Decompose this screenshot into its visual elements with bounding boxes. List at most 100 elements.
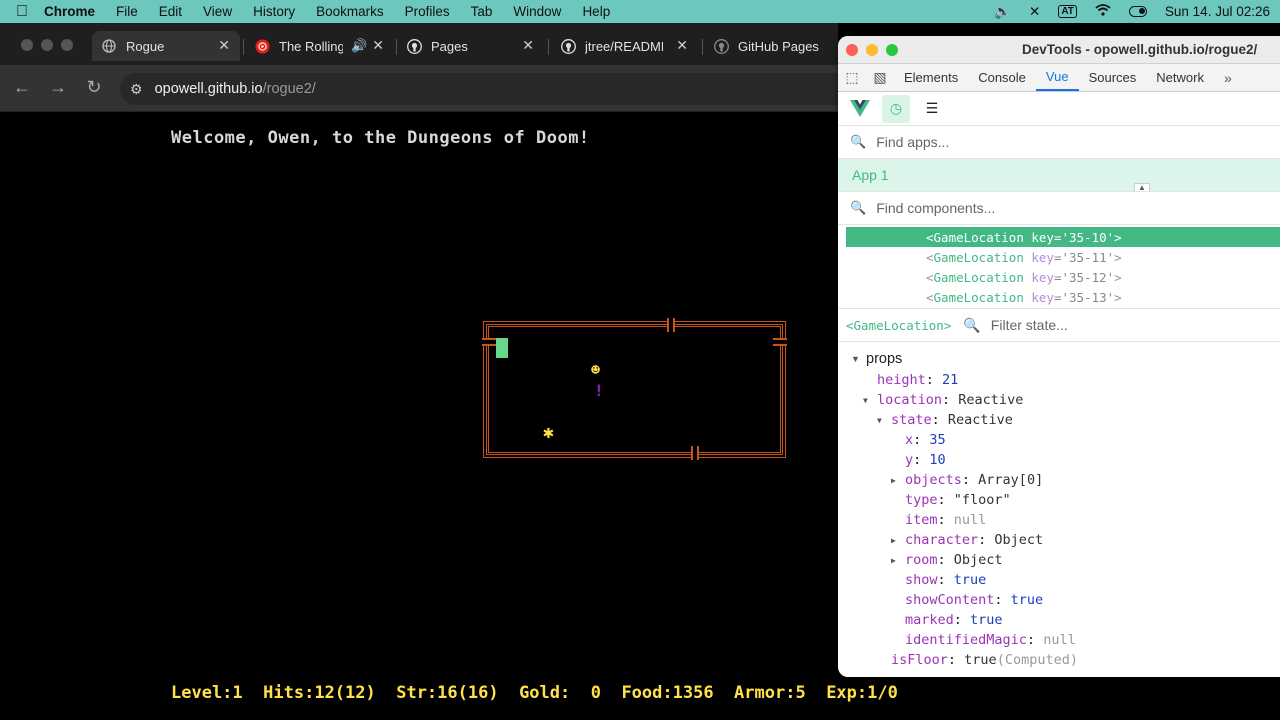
menu-file[interactable]: File (116, 4, 138, 19)
rogue-game-viewport[interactable]: Welcome, Owen, to the Dungeons of Doom! … (0, 112, 898, 720)
tab-pages[interactable]: Pages ✕ (406, 31, 538, 61)
collapse-caret-icon[interactable]: ▲ (1134, 183, 1150, 192)
prop-room[interactable]: ▶ room: Object (838, 550, 1280, 570)
component-name: GameLocation (933, 289, 1024, 305)
site-info-icon[interactable]: ⚙ (130, 81, 143, 98)
menu-tab[interactable]: Tab (471, 4, 493, 19)
tab-vue[interactable]: Vue (1035, 64, 1079, 91)
address-bar[interactable]: ⚙ opowell.github.io/rogue2/ (120, 73, 880, 105)
microphone-off-icon[interactable]: ✕ (1029, 4, 1040, 20)
prop-state[interactable]: ▼ state: Reactive (838, 410, 1280, 430)
prop-marked[interactable]: marked: true (838, 610, 1280, 630)
menubar-status-area: 🔈 ✕ AT Sun 14. Jul 02:26 (994, 0, 1270, 23)
reload-icon[interactable]: ↻ (83, 77, 105, 98)
component-key: '35-10' (1061, 229, 1115, 245)
tab-console[interactable]: Console (968, 64, 1036, 91)
status-experience: Exp:1/0 (826, 683, 898, 703)
status-strength: Str:16(16) (396, 683, 499, 703)
prop-item[interactable]: item: null (838, 510, 1280, 530)
prop-showcontent[interactable]: showContent: true (838, 590, 1280, 610)
find-apps-search[interactable]: 🔍 Find apps... (838, 126, 1280, 159)
close-tab-icon[interactable]: ✕ (218, 37, 230, 54)
tab-sources[interactable]: Sources (1079, 64, 1147, 91)
vue-logo-icon[interactable] (846, 95, 874, 123)
status-level: Level:1 (171, 683, 243, 703)
menubar-clock[interactable]: Sun 14. Jul 02:26 (1165, 4, 1270, 19)
audio-playing-icon[interactable]: 🔊 (351, 38, 367, 54)
back-arrow-icon[interactable]: ← (11, 77, 33, 98)
tab-rogue[interactable]: Rogue ✕ (92, 31, 240, 61)
menu-help[interactable]: Help (582, 4, 610, 19)
collapsed-triangle-icon: ▶ (891, 475, 896, 485)
devtools-zoom-button[interactable] (886, 44, 898, 56)
devtools-minimize-button[interactable] (866, 44, 878, 56)
wifi-icon[interactable] (1095, 4, 1111, 19)
find-components-search[interactable]: 🔍 Find components... (838, 192, 1280, 225)
status-armor: Armor:5 (734, 683, 806, 703)
component-name: GameLocation (933, 229, 1024, 245)
component-tree: < GameLocation key = '35-10' > < GameLocation… (838, 225, 1280, 309)
tab-title: GitHub Pages (738, 38, 819, 54)
tab-title: jtree/README (585, 38, 663, 54)
close-tab-icon[interactable]: ✕ (522, 37, 534, 54)
selected-component-name: <GameLocation> (846, 317, 952, 333)
tab-github-pages[interactable]: GitHub Pages (713, 31, 838, 61)
tab-separator (243, 39, 244, 55)
tab-jtree-readme[interactable]: jtree/README ✕ (560, 31, 692, 61)
prop-identifiedmagic[interactable]: identifiedMagic: null (838, 630, 1280, 650)
input-source-indicator[interactable]: AT (1058, 5, 1077, 18)
filter-state-input[interactable]: Filter state... (991, 317, 1068, 333)
macos-menubar:  Chrome File Edit View History Bookmark… (0, 0, 1280, 23)
prop-type[interactable]: type: "floor" (838, 490, 1280, 510)
inspect-element-icon[interactable]: ⬚ (838, 64, 866, 91)
menu-window[interactable]: Window (513, 4, 561, 19)
menu-edit[interactable]: Edit (159, 4, 182, 19)
forward-arrow-icon[interactable]: → (47, 77, 69, 98)
prop-location[interactable]: ▼ location: Reactive (838, 390, 1280, 410)
component-key: '35-13' (1061, 289, 1115, 305)
window-zoom-button[interactable] (61, 39, 73, 51)
apple-icon[interactable]:  (0, 3, 44, 21)
prop-character[interactable]: ▶ character: Object (838, 530, 1280, 550)
search-icon: 🔍 (850, 200, 867, 215)
component-key: '35-11' (1061, 249, 1115, 265)
menu-profiles[interactable]: Profiles (405, 4, 450, 19)
app-name: App 1 (852, 167, 889, 183)
prop-objects[interactable]: ▶ objects: Array[0] (838, 470, 1280, 490)
close-tab-icon[interactable]: ✕ (372, 37, 384, 54)
status-line: Level:1 Hits:12(12) Str:16(16) Gold: 0 F… (171, 683, 898, 703)
github-icon (406, 38, 422, 54)
close-tab-icon[interactable]: ✕ (676, 37, 688, 54)
url-path: /rogue2/ (262, 81, 316, 97)
more-tabs-chevron-icon[interactable]: » (1214, 64, 1242, 91)
browser-toolbar: ← → ↻ ⚙ opowell.github.io/rogue2/ (0, 65, 880, 112)
devtools-close-button[interactable] (846, 44, 858, 56)
prop-y[interactable]: y: 10 (838, 450, 1280, 470)
window-minimize-button[interactable] (41, 39, 53, 51)
props-label: props (866, 351, 903, 367)
volume-icon[interactable]: 🔈 (994, 4, 1011, 20)
component-tree-row[interactable]: < GameLocation key = '35-10' > (846, 227, 1280, 247)
tab-the-rolling[interactable]: The Rolling 🔊 ✕ (254, 31, 394, 61)
window-close-button[interactable] (21, 39, 33, 51)
menu-view[interactable]: View (203, 4, 232, 19)
menu-bookmarks[interactable]: Bookmarks (316, 4, 384, 19)
app-selector-row[interactable]: App 1 ▲ (838, 159, 1280, 192)
find-apps-placeholder: Find apps... (876, 134, 950, 150)
component-tree-row[interactable]: < GameLocation key = '35-11' > (838, 247, 1280, 267)
components-tree-icon[interactable]: ◷ (882, 94, 910, 123)
component-tree-row[interactable]: < GameLocation key = '35-13' > (838, 287, 1280, 307)
tab-elements[interactable]: Elements (894, 64, 968, 91)
component-tree-row[interactable]: < GameLocation key = '35-12' > (838, 267, 1280, 287)
prop-isfloor[interactable]: isFloor: true (Computed) (838, 650, 1280, 670)
prop-height[interactable]: height: 21 (838, 370, 1280, 390)
device-toolbar-icon[interactable]: ▧ (866, 64, 894, 91)
timeline-icon[interactable]: ☰ (918, 95, 946, 123)
control-center-icon[interactable] (1128, 6, 1147, 17)
menu-history[interactable]: History (253, 4, 295, 19)
menu-app-chrome[interactable]: Chrome (44, 4, 95, 19)
tab-network[interactable]: Network (1146, 64, 1214, 91)
prop-show[interactable]: show: true (838, 570, 1280, 590)
props-section-toggle[interactable]: ▼ props (838, 348, 1280, 370)
prop-x[interactable]: x: 35 (838, 430, 1280, 450)
